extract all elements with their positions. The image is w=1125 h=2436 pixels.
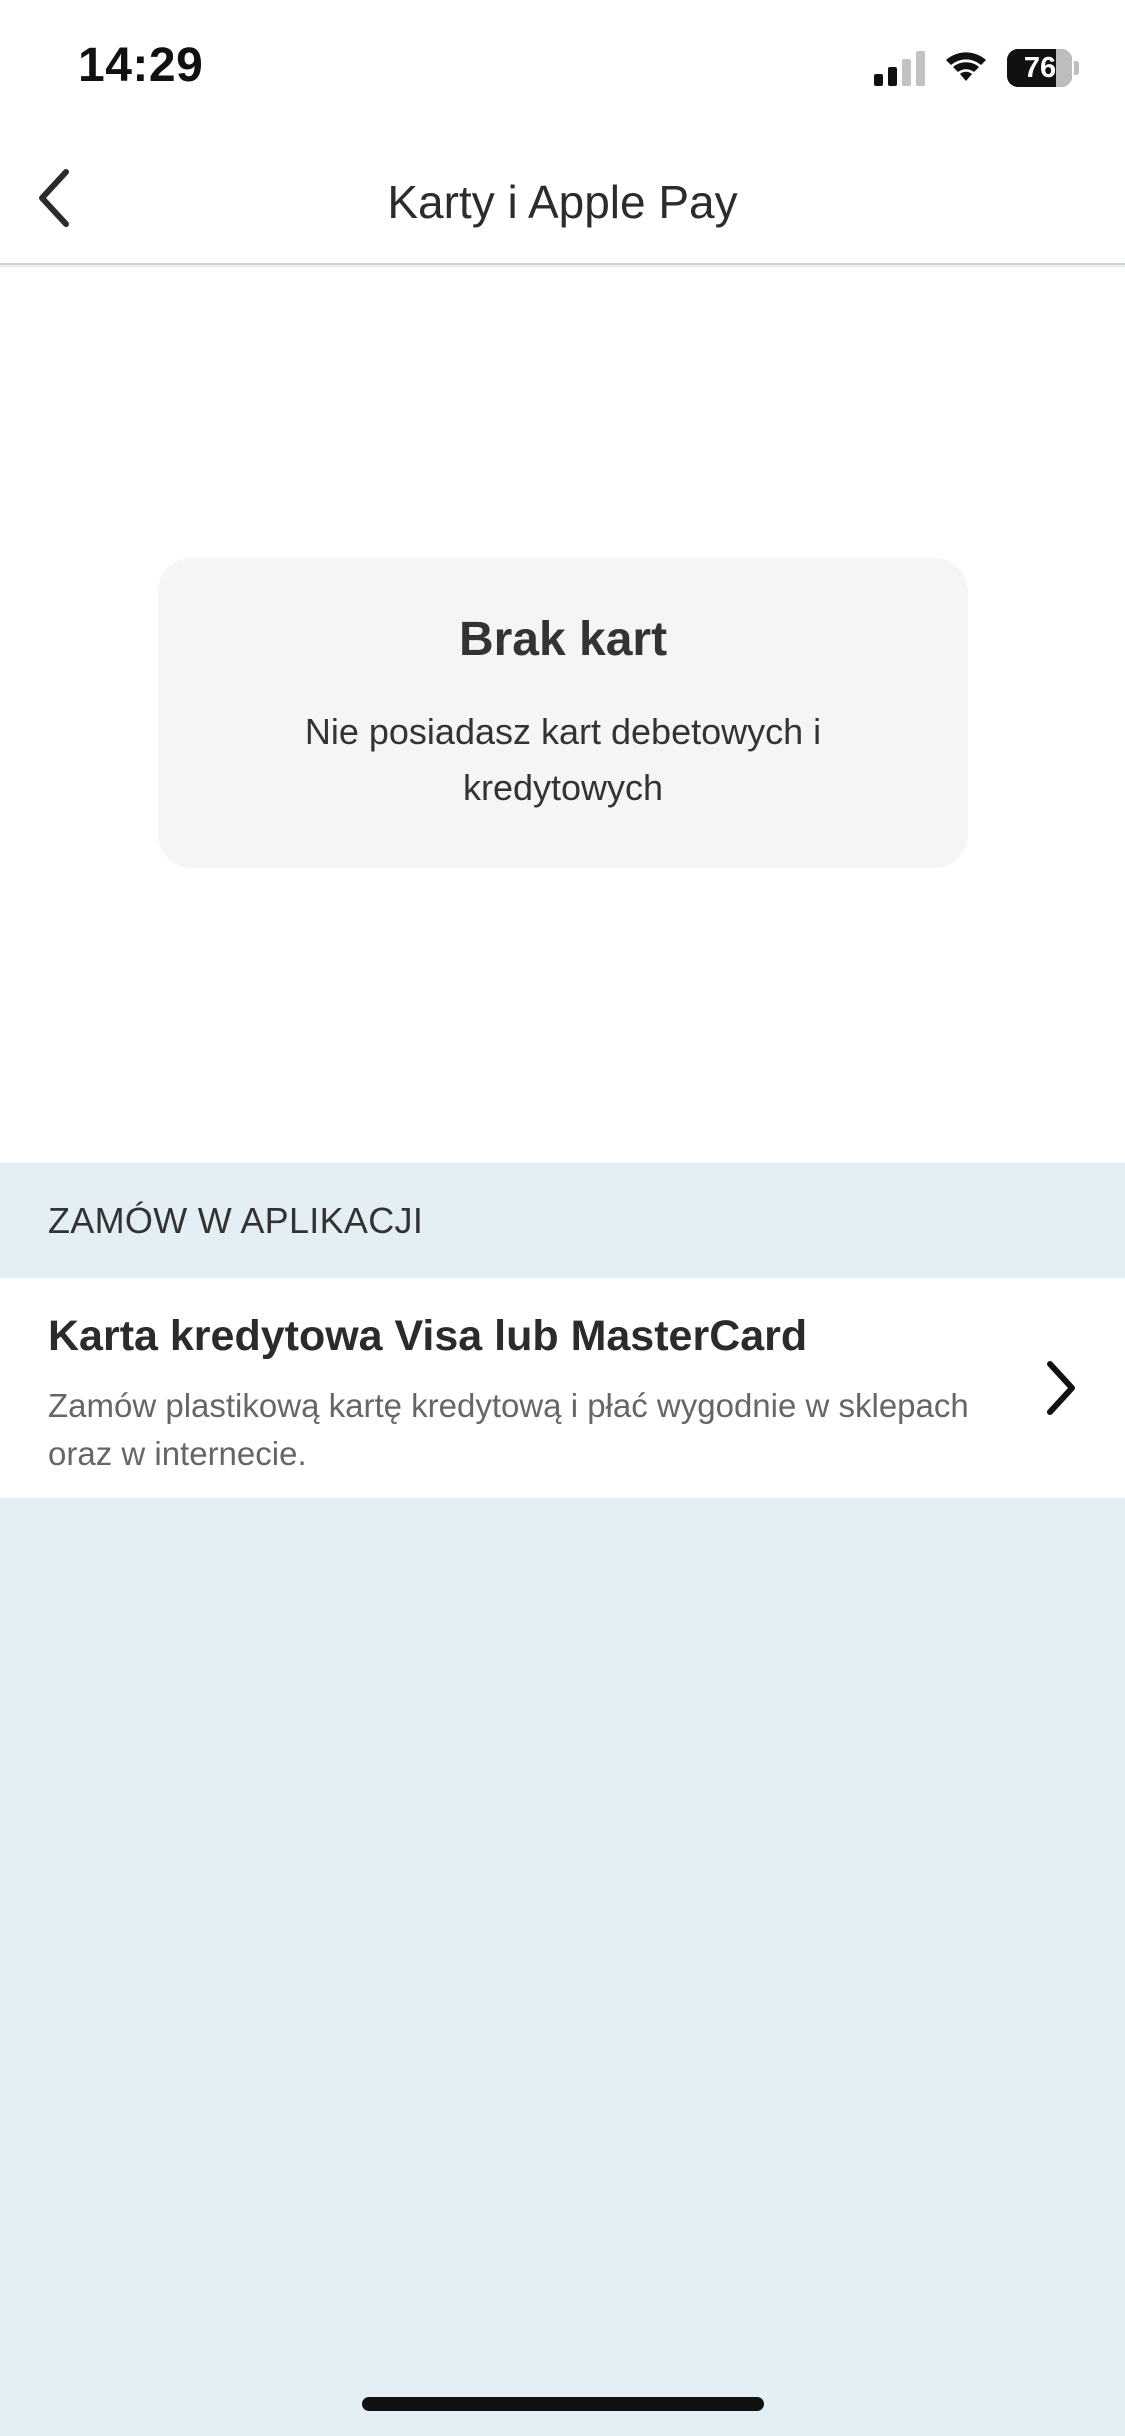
list-item-title: Karta kredytowa Visa lub MasterCard [48,1312,808,1360]
section-header-order: ZAMÓW W APLIKACJI [48,1200,424,1241]
battery-level: 76 [1023,51,1057,84]
order-credit-card-item[interactable]: Karta kredytowa Visa lub MasterCard Zamó… [0,1278,1125,1498]
cards-list-area: Brak kart Nie posiadasz kart debetowych … [0,267,1125,1163]
battery-icon: 76 [1007,49,1079,87]
cellular-signal-icon [874,50,925,86]
empty-state-card: Brak kart Nie posiadasz kart debetowych … [158,558,968,868]
chevron-left-icon [34,168,74,232]
status-icons: 76 [874,48,1079,88]
navigation-bar: Karty i Apple Pay [0,140,1125,265]
list-item-description: Zamów plastikową kartę kredytową i płać … [48,1387,969,1472]
status-bar: 14:29 76 [0,0,1125,140]
empty-state-title: Brak kart [458,613,668,666]
empty-state-text: Nie posiadasz kart debetowych i kredytow… [304,711,822,808]
chevron-right-icon [1033,1358,1089,1418]
page-title: Karty i Apple Pay [387,175,738,228]
wifi-icon [943,48,989,88]
back-button[interactable] [14,160,94,240]
home-indicator[interactable] [362,2397,764,2411]
status-time: 14:29 [78,39,204,92]
